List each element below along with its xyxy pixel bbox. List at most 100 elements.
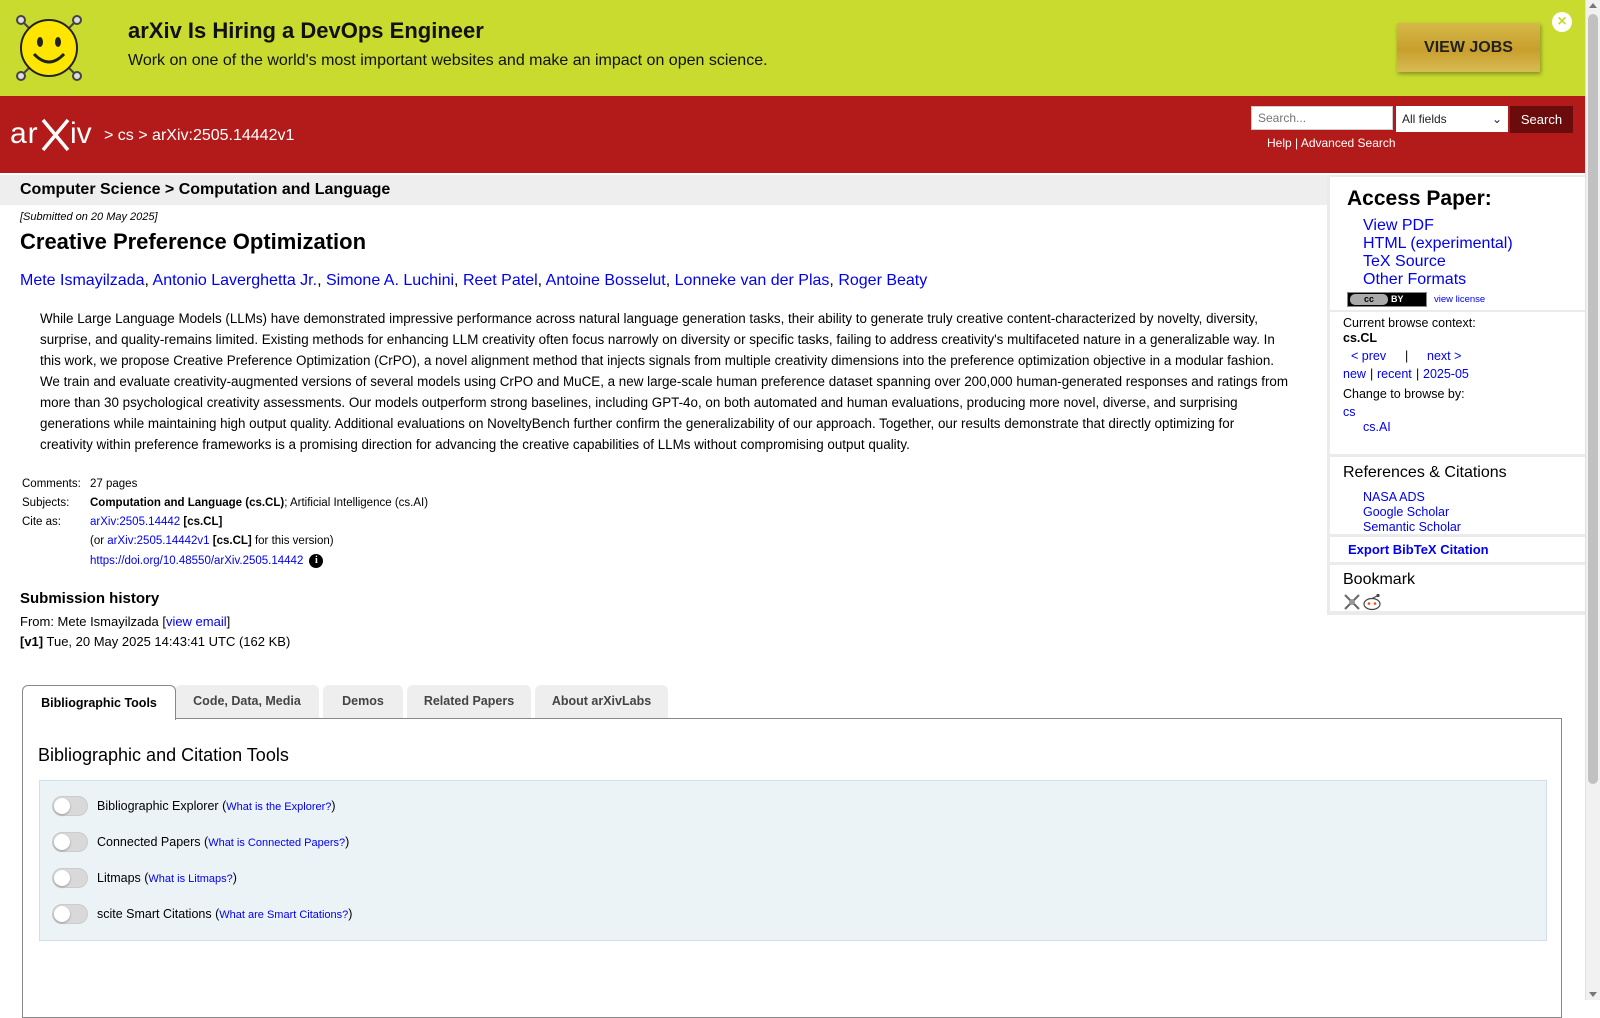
cc-by-license-icon[interactable]: cc BY <box>1347 292 1427 307</box>
tab-demos[interactable]: Demos <box>323 685 403 718</box>
doi-link[interactable]: https://doi.org/10.48550/arXiv.2505.1444… <box>90 555 303 567</box>
tab-bibliographic-tools[interactable]: Bibliographic Tools <box>22 685 176 720</box>
tool-info-link[interactable]: What is the Explorer? <box>226 801 331 813</box>
tools-heading: Bibliographic and Citation Tools <box>38 745 289 765</box>
hiring-banner: arXiv Is Hiring a DevOps Engineer Work o… <box>0 0 1585 96</box>
cite-id-link[interactable]: arXiv:2505.14442 <box>90 516 180 528</box>
cite-version-link[interactable]: arXiv:2505.14442v1 <box>107 535 209 547</box>
from-bracket: ] <box>226 614 231 629</box>
advanced-search-link[interactable]: Advanced Search <box>1301 136 1396 150</box>
search-field-select[interactable]: All fields ⌄ <box>1396 106 1508 132</box>
view-email-link[interactable]: view email <box>166 614 227 629</box>
pipe-separator: | <box>1405 349 1409 363</box>
help-link[interactable]: Help <box>1267 136 1292 150</box>
submission-from: From: Mete Ismayilzada [view email] <box>20 614 230 629</box>
toggle-switch[interactable] <box>52 832 88 852</box>
by-text: BY <box>1391 294 1404 304</box>
tab-related-papers[interactable]: Related Papers <box>407 685 531 718</box>
submission-date: [Submitted on 20 May 2025] <box>20 211 158 223</box>
google-scholar-link[interactable]: Google Scholar <box>1363 505 1449 519</box>
scroll-down-arrow-icon[interactable] <box>1589 992 1597 997</box>
close-icon[interactable]: × <box>1552 12 1572 32</box>
author-link[interactable]: Mete Ismayilzada <box>20 272 145 289</box>
toggle-knob <box>54 834 70 850</box>
tools-panel: Bibliographic Explorer (What is the Expl… <box>39 780 1547 941</box>
tool-info-link[interactable]: What is Litmaps? <box>148 873 232 885</box>
bibsonomy-icon[interactable] <box>1344 594 1360 610</box>
author-link[interactable]: Reet Patel <box>463 272 538 289</box>
tool-text: Bibliographic Explorer (What is the Expl… <box>97 799 336 813</box>
info-icon[interactable]: i <box>309 554 324 568</box>
breadcrumb-separator: > <box>138 127 148 144</box>
breadcrumb-cs[interactable]: cs <box>118 127 134 144</box>
references-title: References & Citations <box>1343 464 1507 481</box>
pipe-separator: | <box>1370 367 1374 381</box>
tab-code-data-media[interactable]: Code, Data, Media <box>175 685 319 718</box>
view-jobs-button[interactable]: VIEW JOBS <box>1397 23 1540 72</box>
toggle-switch[interactable] <box>52 904 88 924</box>
author-list: Mete Ismayilzada, Antonio Laverghetta Jr… <box>20 272 928 289</box>
from-text: From: Mete Ismayilzada [ <box>20 614 166 629</box>
view-license-link[interactable]: view license <box>1434 294 1485 305</box>
recent-link[interactable]: recent <box>1377 367 1412 381</box>
browse-context-value: cs.CL <box>1343 331 1378 345</box>
page-scrollbar[interactable] <box>1585 0 1600 1000</box>
tool-info-link[interactable]: What is Connected Papers? <box>208 837 345 849</box>
smiley-mascot-icon <box>16 15 82 81</box>
semantic-scholar-link[interactable]: Semantic Scholar <box>1363 520 1461 534</box>
toggle-switch[interactable] <box>52 868 88 888</box>
tex-source-link[interactable]: TeX Source <box>1363 253 1446 271</box>
prev-link[interactable]: < prev <box>1351 349 1386 363</box>
sidebar: Access Paper: View PDF HTML (experimenta… <box>1327 175 1585 615</box>
pipe-separator: | <box>1295 136 1299 150</box>
arxiv-logo[interactable]: ar iv <box>10 114 102 154</box>
browse-cs-link[interactable]: cs <box>1343 405 1356 419</box>
cite-version-tag: [cs.CL] <box>212 535 252 547</box>
author-link[interactable]: Antonio Laverghetta Jr. <box>153 272 318 289</box>
access-paper-box: Access Paper: View PDF HTML (experimenta… <box>1330 177 1585 310</box>
next-link[interactable]: next > <box>1427 349 1461 363</box>
subject-bar: Computer Science > Computation and Langu… <box>0 175 1327 205</box>
other-formats-link[interactable]: Other Formats <box>1363 271 1466 289</box>
version-tag[interactable]: [v1] <box>20 634 43 649</box>
reddit-icon[interactable] <box>1363 593 1381 611</box>
author-link[interactable]: Lonneke van der Plas <box>675 272 830 289</box>
search-button[interactable]: Search <box>1510 106 1573 133</box>
version-date: Tue, 20 May 2025 14:43:41 UTC (162 KB) <box>46 634 291 649</box>
view-pdf-link[interactable]: View PDF <box>1363 217 1434 235</box>
scroll-up-arrow-icon[interactable] <box>1589 3 1597 8</box>
tab-about-arxivlabs[interactable]: About arXivLabs <box>535 685 668 718</box>
cc-text: cc <box>1350 294 1388 305</box>
tool-text: scite Smart Citations (What are Smart Ci… <box>97 907 353 921</box>
toggle-knob <box>54 870 70 886</box>
toggle-knob <box>54 906 70 922</box>
scrollbar-thumb[interactable] <box>1588 14 1598 784</box>
doi-value: https://doi.org/10.48550/arXiv.2505.1444… <box>90 554 324 568</box>
bookmark-icons <box>1343 593 1383 616</box>
tool-label: scite Smart Citations <box>97 907 212 921</box>
paper-title: Creative Preference Optimization <box>20 229 367 254</box>
month-link[interactable]: 2025-05 <box>1423 367 1469 381</box>
tool-info-link[interactable]: What are Smart Citations? <box>219 909 348 921</box>
nasa-ads-link[interactable]: NASA ADS <box>1363 490 1425 504</box>
breadcrumb-paper-id: arXiv:2505.14442v1 <box>152 127 295 144</box>
svg-text:ar: ar <box>10 117 39 150</box>
search-input[interactable] <box>1251 106 1393 130</box>
svg-text:iv: iv <box>70 117 92 150</box>
browse-csai-link[interactable]: cs.AI <box>1363 420 1391 434</box>
comments-label: Comments: <box>22 478 81 490</box>
author-link[interactable]: Roger Beaty <box>838 272 927 289</box>
export-bibtex-box: Export BibTeX Citation <box>1330 537 1585 562</box>
export-bibtex-link[interactable]: Export BibTeX Citation <box>1348 542 1489 557</box>
toggle-switch[interactable] <box>52 796 88 816</box>
bookmark-box: Bookmark <box>1330 565 1585 611</box>
tool-text: Connected Papers (What is Connected Pape… <box>97 835 350 849</box>
author-link[interactable]: Antoine Bosselut <box>546 272 666 289</box>
new-link[interactable]: new <box>1343 367 1366 381</box>
cite-or-text: (or <box>90 535 105 547</box>
html-experimental-link[interactable]: HTML (experimental) <box>1363 235 1513 253</box>
primary-subject: Computation and Language (cs.CL) <box>90 497 285 509</box>
author-link[interactable]: Simone A. Luchini <box>326 272 454 289</box>
search-help-links: Help | Advanced Search <box>1267 136 1396 150</box>
tool-label: Bibliographic Explorer <box>97 799 219 813</box>
